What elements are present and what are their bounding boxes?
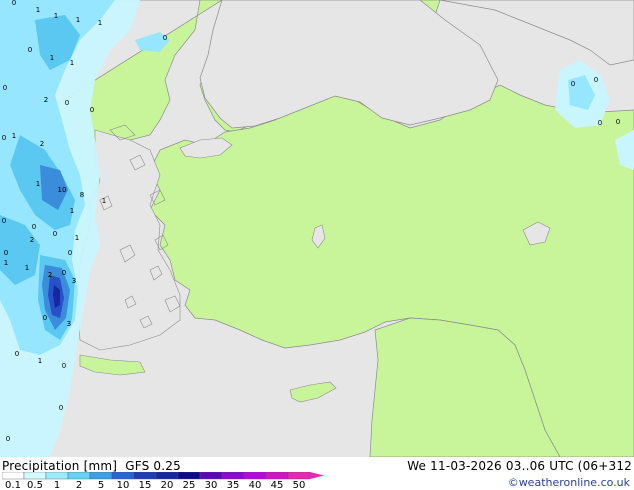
precip-value-label: 1	[38, 357, 42, 365]
precip-value-label: 0	[15, 350, 19, 358]
precip-value-label: 0	[2, 134, 6, 142]
precip-value-label: 0	[62, 362, 66, 370]
scale-label: 1	[53, 480, 61, 490]
precip-value-label: 1	[36, 6, 40, 14]
precip-value-label: 8	[80, 191, 84, 199]
precip-value-label: 1	[54, 12, 58, 20]
precip-value-label: 1	[50, 54, 54, 62]
precip-value-label: 0	[163, 34, 167, 42]
precip-value-label: 2	[30, 236, 34, 244]
precip-value-label: 2	[40, 140, 44, 148]
map-title: Precipitation [mm] GFS 0.25	[2, 459, 181, 473]
precip-value-label: 0	[598, 119, 602, 127]
precip-value-label: 1	[102, 197, 106, 205]
precip-value-label: 1	[76, 16, 80, 24]
scale-swatch	[199, 472, 223, 480]
scale-label: 45	[270, 480, 284, 490]
valid-time: We 11-03-2026 03..06 UTC (06+312	[407, 459, 632, 473]
scale-label: 10	[116, 480, 130, 490]
precip-value-label: 0	[616, 118, 620, 126]
precip-value-label: 0	[4, 249, 8, 257]
precip-value-label: 1	[70, 207, 74, 215]
precip-value-label: 1	[70, 59, 74, 67]
precip-value-label: 0	[2, 217, 6, 225]
scale-arrow	[310, 472, 324, 479]
scale-swatch	[177, 472, 201, 480]
scale-swatch	[243, 472, 267, 480]
scale-swatch	[287, 472, 311, 480]
precip-value-label: 0	[594, 76, 598, 84]
scale-swatch	[155, 472, 179, 480]
product-label: Precipitation [mm]	[2, 459, 118, 473]
precip-value-label: 0	[68, 249, 72, 257]
model-label: GFS 0.25	[125, 459, 181, 473]
scale-label: 40	[248, 480, 262, 490]
precip-value-label: 0	[53, 230, 57, 238]
precip-value-label: 0	[90, 106, 94, 114]
precip-value-label: 0	[571, 80, 575, 88]
precip-value-label: 0	[12, 0, 16, 7]
precip-value-label: 0	[6, 435, 10, 443]
precip-value-label: 0	[59, 404, 63, 412]
precip-value-label: 0	[32, 223, 36, 231]
scale-label: 30	[204, 480, 218, 490]
scale-swatch	[111, 472, 135, 480]
scale-swatch	[2, 472, 25, 480]
precip-value-label: 1	[12, 132, 16, 140]
scale-swatch	[133, 472, 157, 480]
precip-value-label: 1	[36, 180, 40, 188]
precip-value-label: 0	[62, 269, 66, 277]
scale-label: 0.5	[27, 480, 43, 490]
precipitation-map: 11 101001102002101018110020 11201003301000…	[0, 0, 634, 457]
scale-label: 35	[226, 480, 240, 490]
precip-value-label: 2	[48, 271, 52, 279]
precip-value-label: 1	[75, 234, 79, 242]
scale-swatch	[67, 472, 91, 480]
scale-swatch	[45, 472, 69, 480]
precip-value-label: 1	[4, 259, 8, 267]
precip-value-label: 0	[43, 314, 47, 322]
precip-value-label: 0	[28, 46, 32, 54]
precip-value-label: 0	[65, 99, 69, 107]
scale-label: 15	[138, 480, 152, 490]
credit-link[interactable]: ©weatheronline.co.uk	[508, 476, 630, 489]
scale-swatch	[265, 472, 289, 480]
scale-label: 20	[160, 480, 174, 490]
precip-value-label: 3	[72, 277, 76, 285]
scale-label: 25	[182, 480, 196, 490]
scale-swatch	[89, 472, 113, 480]
scale-label: 2	[75, 480, 83, 490]
precip-value-label: 10	[58, 186, 67, 194]
weather-map: 1 1 1 0 1 0 0 1 1 0 2 0 0 2 1 0 10 1 8 1 1 0 0 2 0 1 1 2 0 1 0 0 3 3 0 1 0 0 0…	[0, 0, 634, 490]
precip-value-label: 0	[3, 84, 7, 92]
scale-label: 5	[97, 480, 105, 490]
precip-value-label: 3	[67, 320, 71, 328]
precip-value-label: 2	[44, 96, 48, 104]
scale-label: 0.1	[5, 480, 21, 490]
scale-swatch	[221, 472, 245, 480]
scale-swatch	[23, 472, 47, 480]
scale-label: 50	[292, 480, 306, 490]
precip-value-label: 1	[25, 264, 29, 272]
precip-value-label: 1	[98, 19, 102, 27]
